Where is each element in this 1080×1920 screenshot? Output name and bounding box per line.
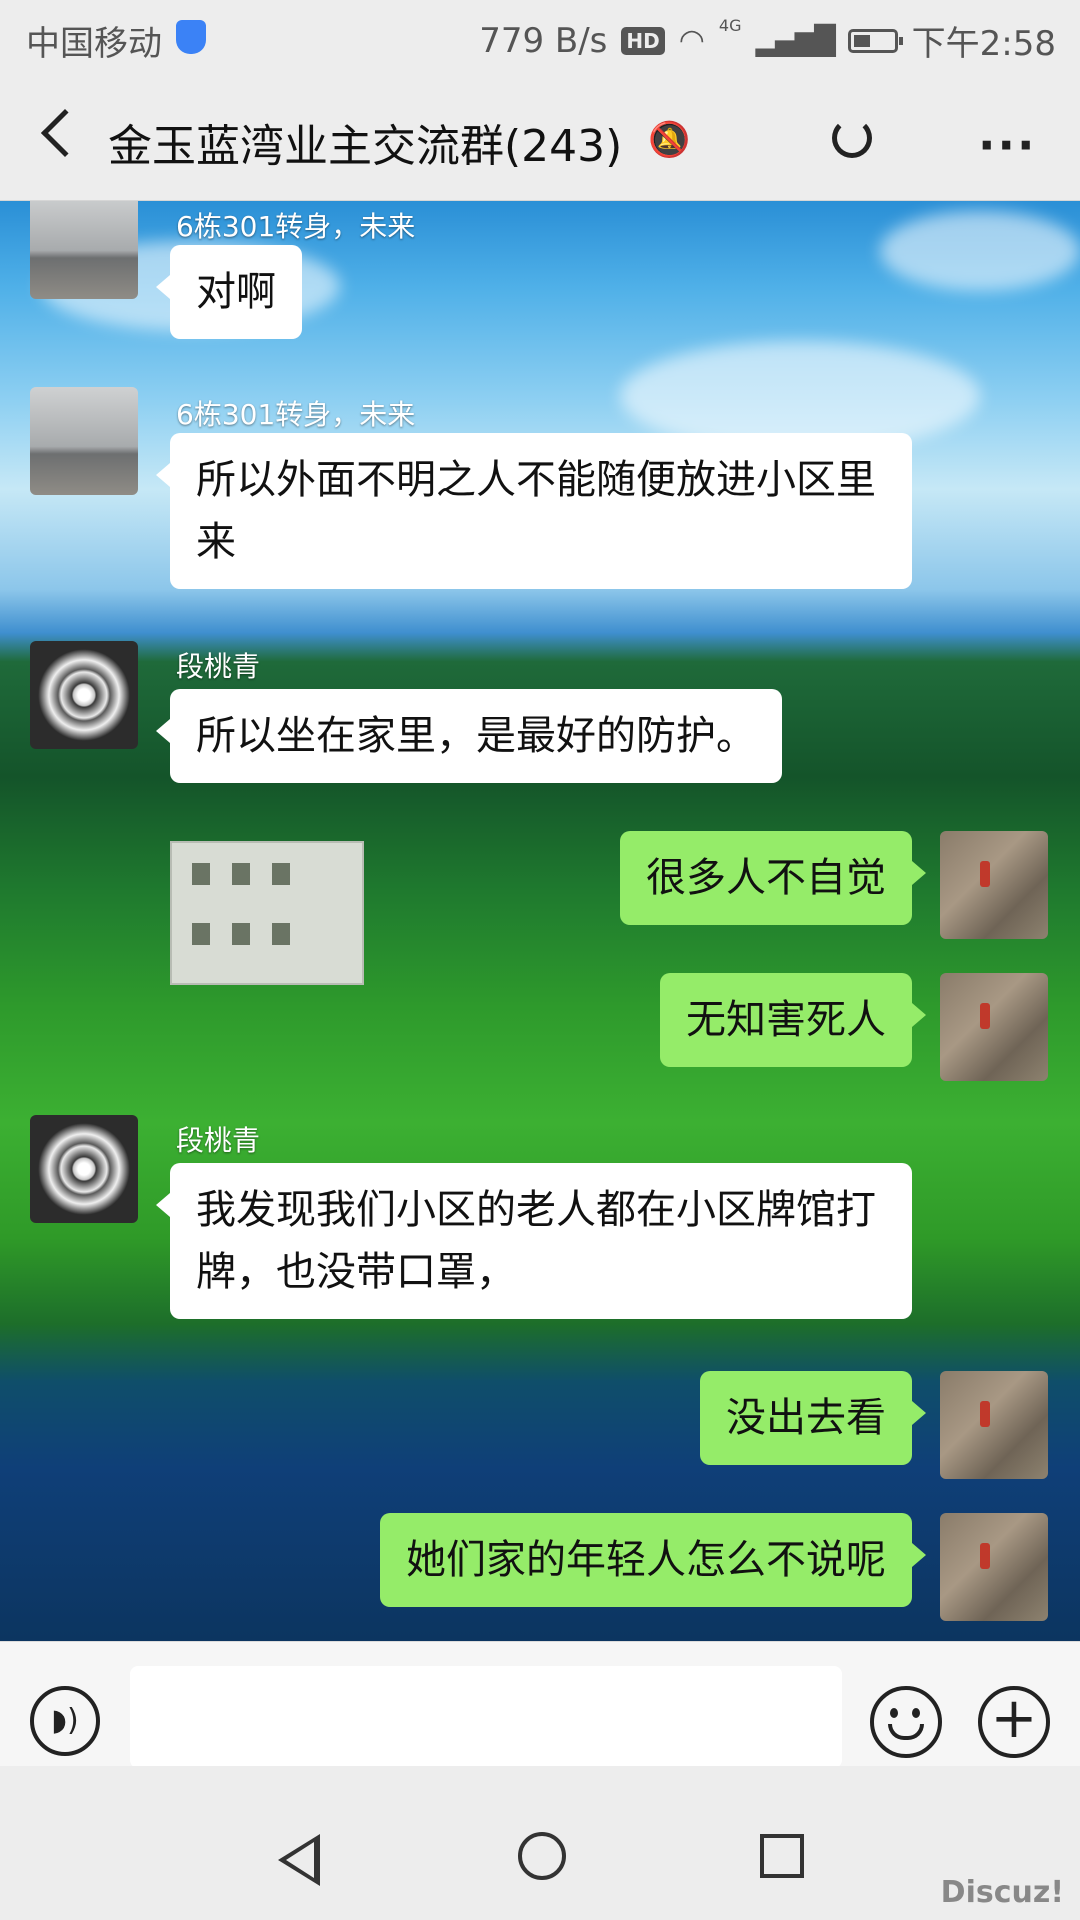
message-bubble[interactable]: 我发现我们小区的老人都在小区牌馆打牌，也没带口罩， <box>156 1163 912 1319</box>
clock: 下午2:58 <box>911 24 1056 64</box>
message-bubble[interactable]: 对啊 <box>156 245 302 339</box>
background-cloud <box>880 211 1080 291</box>
more-icon[interactable]: ··· <box>978 118 1036 172</box>
nav-recent-icon[interactable] <box>760 1834 804 1878</box>
refresh-icon[interactable] <box>832 118 872 158</box>
avatar[interactable] <box>30 201 138 299</box>
avatar[interactable] <box>30 641 138 749</box>
hd-icon: HD <box>621 26 665 55</box>
wifi-icon: ◠ <box>678 23 705 58</box>
avatar[interactable] <box>940 1513 1048 1621</box>
avatar[interactable] <box>940 973 1048 1081</box>
sender-name: 6栋301转身，未来 <box>176 398 416 431</box>
avatar[interactable] <box>30 1115 138 1223</box>
message-bubble[interactable]: 很多人不自觉 <box>620 831 926 925</box>
sender-name: 段桃青 <box>176 1124 261 1157</box>
chat-area[interactable]: 6栋301转身，未来 对啊 6栋301转身，未来 所以外面不明之人不能随便放进小… <box>0 201 1080 1641</box>
title-bar: 金玉蓝湾业主交流群(243) 🔕 ··· <box>0 76 1080 201</box>
nav-home-icon[interactable] <box>518 1832 566 1880</box>
voice-icon[interactable]: ◗) <box>30 1686 100 1756</box>
avatar[interactable] <box>30 387 138 495</box>
network-speed: 779 B/s <box>479 20 608 61</box>
nav-bar: Discuz! <box>0 1766 1080 1920</box>
status-bar: 中国移动 779 B/s HD ◠ 4G ▂▄▆█ 下午2:58 <box>0 0 1080 76</box>
input-bar: ◗) + <box>0 1641 1080 1768</box>
message-bubble[interactable]: 没出去看 <box>700 1371 926 1465</box>
message-input[interactable] <box>130 1666 842 1768</box>
signal-icon: ▂▄▆█ <box>755 24 836 57</box>
sender-name: 6栋301转身，未来 <box>176 210 416 243</box>
watermark: Discuz! <box>940 1875 1064 1910</box>
chat-title: 金玉蓝湾业主交流群(243) <box>108 121 623 172</box>
mute-bell-icon: 🔕 <box>648 120 691 160</box>
message-bubble[interactable]: 她们家的年轻人怎么不说呢 <box>380 1513 926 1607</box>
message-bubble[interactable]: 所以外面不明之人不能随便放进小区里来 <box>156 433 912 589</box>
plus-icon[interactable]: + <box>978 1686 1050 1758</box>
avatar[interactable] <box>940 1371 1048 1479</box>
back-arrow-icon[interactable] <box>40 108 90 158</box>
emoji-icon[interactable] <box>870 1686 942 1758</box>
message-bubble[interactable]: 所以坐在家里，是最好的防护。 <box>156 689 782 783</box>
battery-icon <box>847 28 903 53</box>
message-bubble[interactable]: 无知害死人 <box>660 973 926 1067</box>
nav-back-icon[interactable] <box>278 1834 320 1886</box>
avatar[interactable] <box>940 831 1048 939</box>
sender-name: 段桃青 <box>176 650 261 683</box>
background-house <box>170 841 364 985</box>
status-icons: 779 B/s HD ◠ 4G ▂▄▆█ 下午2:58 <box>479 16 1056 65</box>
shield-icon <box>176 20 206 54</box>
carrier-label: 中国移动 <box>26 24 162 64</box>
network-type: 4G <box>718 16 742 35</box>
